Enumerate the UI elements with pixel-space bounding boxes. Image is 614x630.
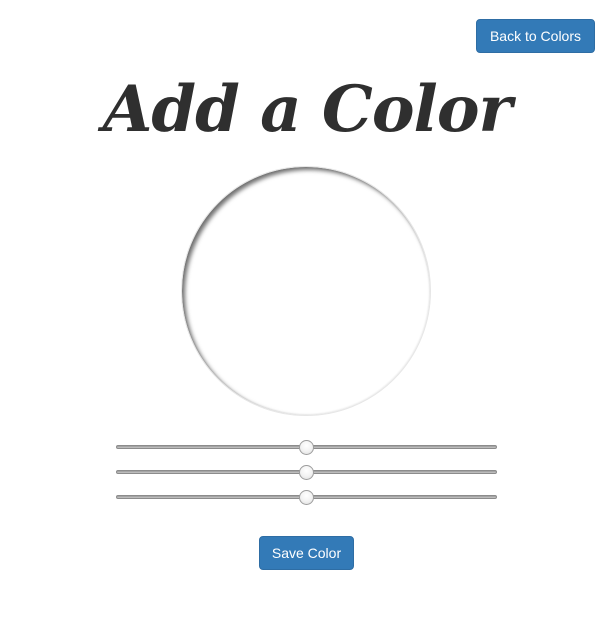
slider-thumb[interactable] (299, 440, 314, 455)
slider-thumb[interactable] (299, 465, 314, 480)
color-slider-2[interactable] (116, 465, 497, 480)
color-preview-circle (181, 166, 431, 416)
back-to-colors-button[interactable]: Back to Colors (476, 19, 595, 53)
color-slider-1[interactable] (116, 440, 497, 455)
save-color-button[interactable]: Save Color (259, 536, 354, 570)
slider-thumb[interactable] (299, 490, 314, 505)
page-title: Add a Color (102, 72, 513, 147)
color-slider-3[interactable] (116, 490, 497, 505)
